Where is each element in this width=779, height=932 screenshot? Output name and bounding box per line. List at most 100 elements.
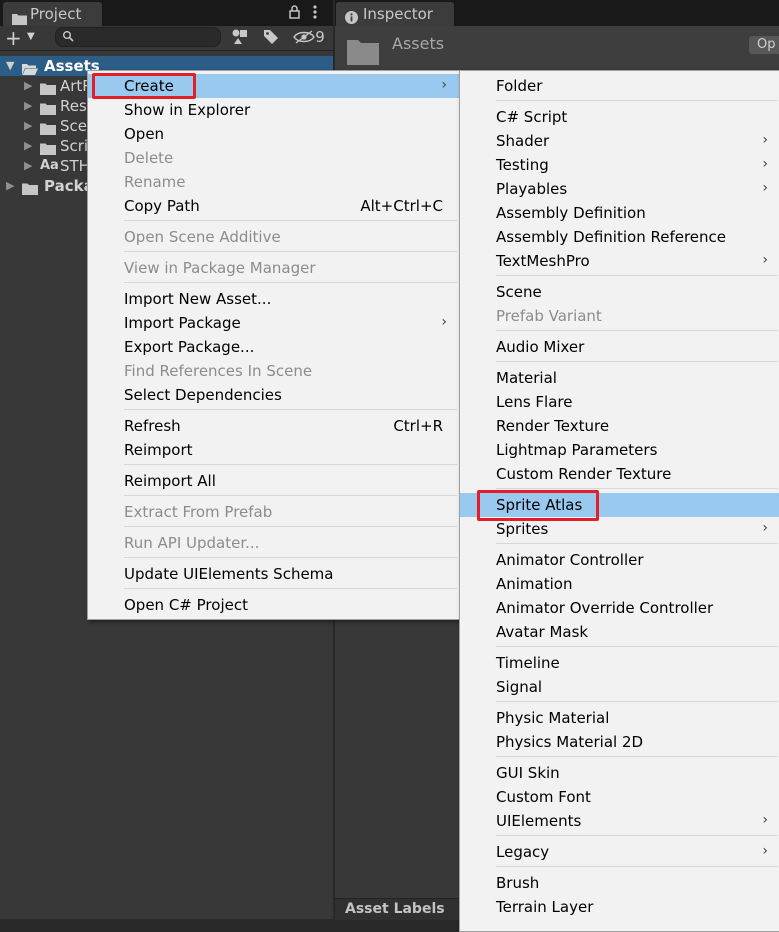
menu-item-view-in-package-manager: View in Package Manager (88, 256, 459, 280)
menu-item-label: Animator Override Controller (496, 599, 714, 617)
menu-item-update-uielements-schema[interactable]: Update UIElements Schema (88, 562, 459, 586)
menu-item-avatar-mask[interactable]: Avatar Mask (460, 620, 779, 644)
menu-item-brush[interactable]: Brush (460, 871, 779, 895)
menu-item-lens-flare[interactable]: Lens Flare (460, 390, 779, 414)
submenu-arrow-icon: › (762, 812, 768, 828)
menu-item-label: Refresh (124, 417, 181, 435)
tree-item-label: Scri (60, 137, 89, 155)
menu-separator (124, 220, 457, 221)
menu-item-render-texture[interactable]: Render Texture (460, 414, 779, 438)
menu-item-label: UIElements (496, 812, 582, 830)
menu-item-extract-from-prefab: Extract From Prefab (88, 500, 459, 524)
menu-item-reimport[interactable]: Reimport (88, 438, 459, 462)
project-toolbar: + ▼ 9 (0, 26, 333, 51)
menu-item-label: Brush (496, 874, 540, 892)
menu-item-select-dependencies[interactable]: Select Dependencies (88, 383, 459, 407)
menu-item-label: Open Scene Additive (124, 228, 281, 246)
dropdown-arrow-icon[interactable]: ▼ (27, 31, 35, 42)
menu-separator (496, 756, 778, 757)
collapsed-arrow-icon[interactable]: ▶ (24, 136, 32, 156)
lock-icon[interactable] (289, 5, 300, 24)
menu-separator (124, 409, 457, 410)
collapsed-arrow-icon[interactable]: ▶ (24, 156, 32, 176)
expanded-arrow-icon[interactable]: ▼ (6, 56, 14, 76)
submenu-arrow-icon: › (762, 252, 768, 268)
menu-separator (124, 282, 457, 283)
menu-item-textmeshpro[interactable]: TextMeshPro › (460, 249, 779, 273)
menu-item-reimport-all[interactable]: Reimport All (88, 469, 459, 493)
menu-item-label: Legacy (496, 843, 550, 861)
search-input[interactable] (55, 27, 221, 47)
menu-item-terrain-layer[interactable]: Terrain Layer (460, 895, 779, 919)
menu-item-physics-material-2d[interactable]: Physics Material 2D (460, 730, 779, 754)
menu-item-c-script[interactable]: C# Script (460, 105, 779, 129)
menu-item-create[interactable]: Create › (88, 74, 459, 98)
menu-item-testing[interactable]: Testing › (460, 153, 779, 177)
menu-item-material[interactable]: Material (460, 366, 779, 390)
menu-item-label: Avatar Mask (496, 623, 589, 641)
more-options-icon[interactable] (312, 4, 318, 25)
collapsed-arrow-icon[interactable]: ▶ (24, 116, 32, 136)
menu-item-run-api-updater: Run API Updater... (88, 531, 459, 555)
menu-item-folder[interactable]: Folder (460, 74, 779, 98)
tab-inspector-label: Inspector (363, 5, 433, 23)
tab-inspector[interactable]: Inspector (336, 2, 454, 26)
asset-labels-title: Asset Labels (345, 901, 445, 917)
menu-item-playables[interactable]: Playables › (460, 177, 779, 201)
menu-item-export-package[interactable]: Export Package... (88, 335, 459, 359)
tab-project[interactable]: Project (3, 2, 102, 26)
menu-item-import-new-asset[interactable]: Import New Asset... (88, 287, 459, 311)
menu-item-open[interactable]: Open (88, 122, 459, 146)
menu-item-signal[interactable]: Signal (460, 675, 779, 699)
menu-item-animation[interactable]: Animation (460, 572, 779, 596)
menu-item-refresh[interactable]: Refresh Ctrl+R (88, 414, 459, 438)
menu-item-label: Timeline (496, 654, 560, 672)
filter-by-label-icon[interactable] (257, 26, 285, 48)
tree-item-label: Res (60, 97, 87, 115)
menu-item-label: Audio Mixer (496, 338, 585, 356)
menu-separator (496, 866, 778, 867)
menu-item-legacy[interactable]: Legacy › (460, 840, 779, 864)
filter-by-type-icon[interactable] (226, 26, 254, 48)
menu-item-uielements[interactable]: UIElements › (460, 809, 779, 833)
menu-item-shader[interactable]: Shader › (460, 129, 779, 153)
menu-item-open-c-project[interactable]: Open C# Project (88, 593, 459, 617)
menu-item-audio-mixer[interactable]: Audio Mixer (460, 335, 779, 359)
menu-item-assembly-definition-reference[interactable]: Assembly Definition Reference (460, 225, 779, 249)
create-plus-icon[interactable]: + (5, 27, 22, 49)
menu-item-timeline[interactable]: Timeline (460, 651, 779, 675)
open-button[interactable]: Op (749, 36, 779, 54)
menu-item-label: Reimport All (124, 472, 216, 490)
menu-separator (124, 588, 457, 589)
folder-icon (347, 39, 379, 69)
menu-item-show-in-explorer[interactable]: Show in Explorer (88, 98, 459, 122)
inspector-tab-bar: Inspector (335, 0, 779, 26)
menu-item-custom-render-texture[interactable]: Custom Render Texture (460, 462, 779, 486)
menu-item-physic-material[interactable]: Physic Material (460, 706, 779, 730)
menu-separator (124, 526, 457, 527)
menu-item-custom-font[interactable]: Custom Font (460, 785, 779, 809)
collapsed-arrow-icon[interactable]: ▶ (24, 96, 32, 116)
tree-item-label: Sce (60, 117, 87, 135)
collapsed-arrow-icon[interactable]: ▶ (24, 76, 32, 96)
submenu-arrow-icon: › (762, 520, 768, 536)
menu-item-animator-override-controller[interactable]: Animator Override Controller (460, 596, 779, 620)
menu-item-animator-controller[interactable]: Animator Controller (460, 548, 779, 572)
menu-item-label: Animator Controller (496, 551, 644, 569)
menu-item-prefab-variant: Prefab Variant (460, 304, 779, 328)
menu-item-copy-path[interactable]: Copy Path Alt+Ctrl+C (88, 194, 459, 218)
search-icon (62, 30, 74, 46)
menu-item-assembly-definition[interactable]: Assembly Definition (460, 201, 779, 225)
hidden-packages-toggle[interactable]: 9 (291, 26, 327, 48)
menu-item-import-package[interactable]: Import Package › (88, 311, 459, 335)
menu-item-rename: Rename (88, 170, 459, 194)
menu-item-sprites[interactable]: Sprites › (460, 517, 779, 541)
menu-separator (496, 543, 778, 544)
menu-item-lightmap-parameters[interactable]: Lightmap Parameters (460, 438, 779, 462)
collapsed-arrow-icon[interactable]: ▶ (6, 176, 14, 196)
menu-item-find-references-in-scene: Find References In Scene (88, 359, 459, 383)
menu-item-scene[interactable]: Scene (460, 280, 779, 304)
submenu-arrow-icon: › (762, 180, 768, 196)
menu-item-sprite-atlas[interactable]: Sprite Atlas (460, 493, 779, 517)
menu-item-gui-skin[interactable]: GUI Skin (460, 761, 779, 785)
